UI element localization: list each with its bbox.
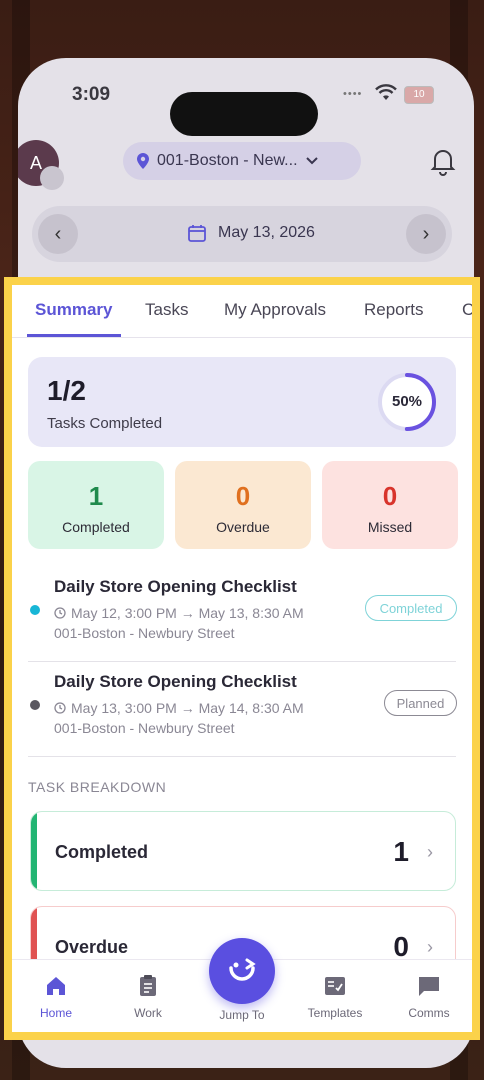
date-label: May 13, 2026 [218, 224, 315, 241]
summary-card: 1/2 Tasks Completed 50% [28, 357, 456, 447]
signal-icon: •••• [343, 88, 363, 100]
nav-label: Home [39, 1006, 72, 1020]
task-time-text: May 13, 3:00 PM → May 14, 8:30 AM [71, 700, 304, 716]
task-title: Daily Store Opening Checklist [54, 577, 297, 596]
status-time: 3:09 [72, 84, 111, 105]
stat-value: 1 [88, 481, 104, 511]
chevron-right-icon: › [427, 842, 433, 862]
task-item[interactable]: Daily Store Opening Checklist May 13, 3:… [12, 662, 472, 754]
task-location: 001-Boston - Newbury Street [54, 625, 235, 641]
stat-label: Completed [62, 519, 130, 535]
breakdown-value: 1 [393, 836, 409, 867]
clock-icon [54, 607, 66, 619]
nav-templates[interactable]: Templates [295, 960, 375, 1032]
tasks-completed-value: 1/2 [47, 375, 86, 406]
nav-home[interactable]: Home [16, 960, 96, 1032]
date-navigator: ‹ May 13, 2026 › [32, 206, 452, 262]
tab-tasks[interactable]: Tasks [145, 300, 188, 320]
battery-icon: 10 [404, 86, 434, 104]
status-dot [30, 700, 40, 710]
nav-label: Work [134, 1006, 162, 1020]
chevron-right-icon[interactable]: › [406, 214, 446, 254]
status-dot [30, 605, 40, 615]
highlighted-panel: Summary Tasks My Approvals Reports C 1/2… [4, 277, 480, 1040]
nav-label: Templates [307, 1006, 363, 1020]
date-display[interactable]: May 13, 2026 [188, 224, 315, 242]
tab-more[interactable]: C [462, 300, 472, 320]
progress-percent: 50% [391, 393, 423, 410]
templates-icon [325, 977, 345, 995]
stat-completed[interactable]: 1 Completed [28, 461, 164, 549]
stat-value: 0 [235, 481, 251, 511]
nav-work[interactable]: Work [108, 960, 188, 1032]
chevron-left-icon[interactable]: ‹ [38, 214, 78, 254]
stat-label: Missed [367, 519, 413, 535]
dynamic-island [170, 92, 318, 136]
status-badge: Completed [365, 595, 457, 621]
status-badge: Planned [384, 690, 457, 716]
breakdown-stripe [31, 812, 37, 890]
task-time: May 13, 3:00 PM → May 14, 8:30 AM [54, 700, 304, 716]
tab-my-approvals[interactable]: My Approvals [224, 300, 326, 320]
chevron-right-icon: › [427, 937, 433, 957]
divider [28, 756, 456, 757]
task-title: Daily Store Opening Checklist [54, 672, 297, 691]
task-item[interactable]: Daily Store Opening Checklist May 12, 3:… [12, 567, 472, 659]
chevron-down-icon [305, 157, 318, 165]
nav-comms[interactable]: Comms [389, 960, 469, 1032]
wifi-icon [375, 84, 397, 100]
home-icon [47, 977, 65, 995]
clock-icon [54, 702, 66, 714]
tab-underline [27, 334, 121, 337]
breakdown-label: Overdue [55, 937, 129, 957]
tab-reports[interactable]: Reports [364, 300, 424, 320]
stat-label: Overdue [216, 519, 270, 535]
tab-bar: Summary Tasks My Approvals Reports C [12, 285, 472, 338]
tasks-completed-label: Tasks Completed [47, 415, 163, 432]
task-location: 001-Boston - Newbury Street [54, 720, 235, 736]
location-label: 001-Boston - New... [157, 152, 298, 169]
section-title: TASK BREAKDOWN [28, 779, 167, 795]
chat-icon [419, 977, 439, 996]
menu-badge-icon[interactable] [40, 166, 64, 190]
location-pin-icon [137, 153, 149, 169]
stat-missed[interactable]: 0 Missed [322, 461, 458, 549]
jump-to-button[interactable] [209, 938, 275, 1004]
task-time-text: May 12, 3:00 PM → May 13, 8:30 AM [71, 605, 304, 621]
jump-to-icon [229, 958, 256, 981]
nav-label: Comms [408, 1006, 450, 1020]
jump-to-label: Jump To [219, 1008, 265, 1022]
calendar-icon [188, 225, 206, 242]
stat-overdue[interactable]: 0 Overdue [175, 461, 311, 549]
breakdown-label: Completed [55, 842, 149, 862]
status-bar: 3:09 •••• 10 [18, 78, 474, 136]
tab-summary[interactable]: Summary [35, 300, 112, 320]
stat-value: 0 [382, 481, 398, 511]
task-time: May 12, 3:00 PM → May 13, 8:30 AM [54, 605, 304, 621]
bell-icon[interactable] [430, 148, 456, 176]
clipboard-icon [140, 975, 156, 996]
summary-screen: Summary Tasks My Approvals Reports C 1/2… [12, 285, 472, 1032]
location-selector[interactable]: 001-Boston - New... [123, 142, 361, 180]
breakdown-completed[interactable]: Completed 1 › [30, 811, 456, 891]
